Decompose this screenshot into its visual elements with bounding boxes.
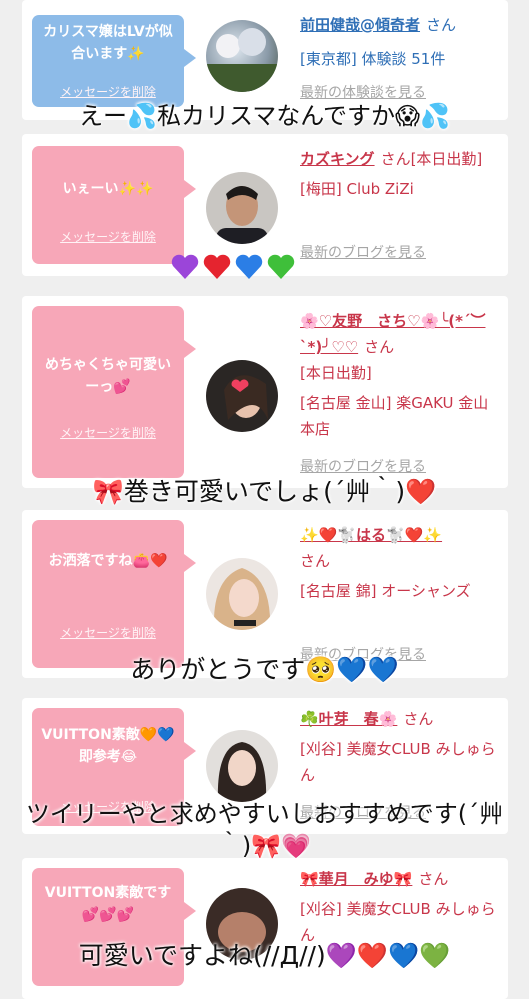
avatar-photo-icon <box>216 186 268 244</box>
message-card: めちゃくちゃ可愛いーっ💕 メッセージを削除 🌸♡友野 さち♡🌸╰(*´︶`*)╯… <box>22 296 508 488</box>
delete-message-link[interactable]: メッセージを削除 <box>32 424 184 441</box>
avatar[interactable] <box>206 558 278 630</box>
avatar[interactable] <box>206 730 278 802</box>
honorific: さん <box>418 870 449 888</box>
profile-info: 🎀華月 みゆ🎀 さん [刈谷] 美魔女CLUB みしゅらん <box>300 866 500 948</box>
work-status: [本日出勤] <box>410 150 483 168</box>
profile-info: 前田健哉@傾奇者 さん [東京都] 体験談 51件 <box>300 12 500 72</box>
caption: ツイリーやと求めやすいしおすすめです(´艸｀)🎀💗 <box>25 800 504 860</box>
profile-info: カズキング さん[本日出勤] [梅田] Club ZiZi <box>300 146 500 202</box>
delete-message-link[interactable]: メッセージを削除 <box>32 228 184 245</box>
profile-name[interactable]: ☘️叶芽 春🌸 <box>300 710 397 728</box>
message-bubble: いぇーい✨✨ メッセージを削除 <box>32 146 196 264</box>
message-bubble: めちゃくちゃ可愛いーっ💕 メッセージを削除 <box>32 306 196 478</box>
honorific: さん <box>300 552 331 570</box>
caption: ありがとうです🥺💙💙 <box>130 655 399 684</box>
avatar-photo-icon <box>224 375 268 420</box>
profile-shop: [名古屋 金山] 楽GAKU 金山本店 <box>300 394 489 438</box>
message-text: VUITTON素敵です💕💕💕 <box>44 885 172 923</box>
avatar[interactable] <box>206 172 278 244</box>
profile-name[interactable]: ✨❤️🐩はる🐩❤️✨ <box>300 526 442 544</box>
delete-message-link[interactable]: メッセージを削除 <box>32 624 184 641</box>
avatar-photo-icon <box>213 568 271 630</box>
profile-name[interactable]: 🎀華月 みゆ🎀 <box>300 870 412 888</box>
message-bubble: カリスマ嬢はLVが似合います✨ メッセージを削除 <box>32 15 196 107</box>
message-card: VUITTON素敵です💕💕💕 🎀華月 みゆ🎀 さん [刈谷] 美魔女CLUB みし… <box>22 858 508 999</box>
profile-name[interactable]: カズキング <box>300 150 375 168</box>
message-card: お洒落ですね👛❤️ メッセージを削除 ✨❤️🐩はる🐩❤️✨ さん [名古屋 錦]… <box>22 510 508 678</box>
message-bubble: お洒落ですね👛❤️ メッセージを削除 <box>32 520 196 668</box>
latest-link[interactable]: 最新のブログを見る <box>300 456 426 476</box>
honorific: さん <box>380 150 411 168</box>
avatar-photo-icon <box>217 742 267 802</box>
message-text: お洒落ですね👛❤️ <box>48 553 168 569</box>
caption: えー💦私カリスマなんですか😱💦 <box>79 102 450 130</box>
profile-info: ☘️叶芽 春🌸 さん [刈谷] 美魔女CLUB みしゅらん <box>300 706 500 788</box>
profile-shop: [刈谷] 美魔女CLUB みしゅらん <box>300 740 496 784</box>
avatar[interactable] <box>206 20 278 92</box>
message-text: VUITTON素敵🧡💙即参考😂 <box>41 727 175 765</box>
work-status: [本日出勤] <box>300 364 372 382</box>
profile-shop: [名古屋 錦] オーシャンズ <box>300 582 471 600</box>
message-text: いぇーい✨✨ <box>62 181 154 197</box>
caption: 🎀巻き可愛いでしょ(´艸｀)❤️ <box>92 477 437 506</box>
hearts-icon <box>171 254 295 279</box>
heart-emojis <box>170 252 298 288</box>
honorific: さん <box>403 710 434 728</box>
profile-info: ✨❤️🐩はる🐩❤️✨ さん [名古屋 錦] オーシャンズ <box>300 522 500 604</box>
message-text: カリスマ嬢はLVが似合います✨ <box>43 24 173 62</box>
latest-link[interactable]: 最新の体験談を見る <box>300 82 426 102</box>
latest-link[interactable]: 最新のブログを見る <box>300 242 426 262</box>
message-text: めちゃくちゃ可愛いーっ💕 <box>45 357 171 395</box>
profile-shop: [東京都] 体験談 51件 <box>300 50 446 68</box>
profile-shop: [梅田] Club ZiZi <box>300 180 414 198</box>
avatar[interactable] <box>206 360 278 432</box>
profile-info: 🌸♡友野 さち♡🌸╰(*´︶`*)╯♡♡ さん [本日出勤] [名古屋 金山] 楽… <box>300 308 500 442</box>
caption: 可愛いですよね(//Д//)💜❤️💙💚 <box>78 941 451 970</box>
avatar-photo-icon <box>206 28 278 92</box>
honorific: さん <box>364 338 395 356</box>
profile-name[interactable]: 前田健哉@傾奇者 <box>300 16 420 34</box>
delete-message-link[interactable]: メッセージを削除 <box>32 83 184 100</box>
honorific: さん <box>426 16 457 34</box>
